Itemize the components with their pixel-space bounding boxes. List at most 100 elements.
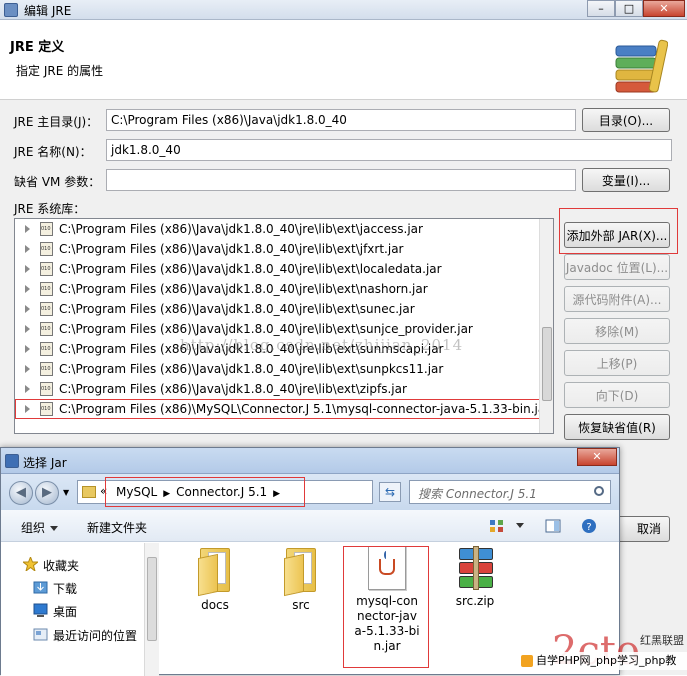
list-scrollbar[interactable] [539,219,553,433]
expand-arrow-icon[interactable] [25,265,30,273]
desktop-icon [33,603,48,617]
java-jar-icon [368,546,406,590]
eclipse-window-icon [4,3,18,17]
system-libraries-label: JRE 系统库： [14,202,86,216]
expand-arrow-icon[interactable] [25,245,30,253]
expand-arrow-icon[interactable] [25,385,30,393]
library-books-icon [615,39,668,93]
breadcrumb: MySQL ▶ Connector.J 5.1 ▶ [116,485,286,499]
chevron-right-icon[interactable]: ▶ [163,489,170,499]
variables-button[interactable]: 变量(I)... [582,168,670,192]
expand-arrow-icon[interactable] [25,305,30,313]
nav-downloads[interactable]: 下载 [53,580,77,597]
forward-arrow-icon[interactable]: ▶ [35,481,59,505]
address-bar[interactable]: « MySQL ▶ Connector.J 5.1 ▶ [77,480,373,504]
history-dropdown-icon[interactable]: ▼ [63,488,69,497]
vm-args-input[interactable] [106,169,576,191]
file-item-docs[interactable]: docs [175,546,255,613]
browse-directory-button[interactable]: 目录(O)... [582,108,670,132]
dropdown-arrow-icon [50,526,59,531]
window-controls: – □ ✕ [587,0,685,17]
jre-home-input[interactable]: C:\Program Files (x86)\Java\jdk1.8.0_40 [106,109,576,131]
breadcrumb-mysql[interactable]: MySQL [116,485,157,499]
list-item[interactable]: C:\Program Files (x86)\Java\jdk1.8.0_40\… [15,279,553,299]
breadcrumb-connector[interactable]: Connector.J 5.1 [176,485,267,499]
chevron-right-icon[interactable]: ▶ [273,489,280,499]
folder-icon [82,486,96,498]
add-external-jar-button[interactable]: 添加外部 JAR(X)... [564,222,670,248]
title-bar: 编辑 JRE – □ ✕ [0,0,687,20]
expand-arrow-icon[interactable] [25,405,30,413]
jar-file-icon [40,362,53,376]
jre-name-label: JRE 名称(N)： [14,145,92,159]
close-button[interactable]: ✕ [643,0,685,17]
folder-icon [196,546,234,597]
scrollbar-thumb[interactable] [147,557,157,641]
header-title: JRE 定义 [10,40,65,55]
file-name: mysql-con nector-jav a-5.1.33-bi n.jar [354,594,420,653]
jre-home-label: JRE 主目录(J)： [14,115,99,129]
star-icon [23,557,38,571]
list-item[interactable]: C:\Program Files (x86)\Java\jdk1.8.0_40\… [15,259,553,279]
navigation-pane: 收藏夹 下载 桌面 最近访问的位置 [1,543,159,676]
jar-file-icon [40,302,53,316]
refresh-icon[interactable]: ⇆ [379,482,401,502]
jre-name-input[interactable]: jdk1.8.0_40 [106,139,672,161]
organize-menu[interactable]: 组织 [21,519,59,536]
move-down-button[interactable]: 向下(D) [564,382,670,408]
jar-file-icon [40,282,53,296]
nav-recent-places[interactable]: 最近访问的位置 [53,627,137,644]
file-item-src-zip[interactable]: src.zip [435,546,515,609]
list-item[interactable]: C:\Program Files (x86)\Java\jdk1.8.0_40\… [15,299,553,319]
download-folder-icon [33,581,48,594]
site-brand: 红黑联盟 [640,634,684,647]
system-libraries-list[interactable]: C:\Program Files (x86)\Java\jdk1.8.0_40\… [14,218,554,434]
expand-arrow-icon[interactable] [25,345,30,353]
file-name: src [292,598,310,612]
jar-file-icon [40,322,53,336]
expand-arrow-icon[interactable] [25,225,30,233]
file-item-mysql-connector-jar[interactable]: mysql-con nector-jav a-5.1.33-bi n.jar [347,546,427,654]
list-item[interactable]: C:\Program Files (x86)\Java\jdk1.8.0_40\… [15,239,553,259]
dialog-title-bar: 选择 Jar ✕ [1,448,619,474]
new-folder-button[interactable]: 新建文件夹 [87,519,147,536]
list-item[interactable]: C:\Program Files (x86)\Java\jdk1.8.0_40\… [15,359,553,379]
dialog-header: JRE 定义 指定 JRE 的属性 [0,20,687,100]
header-subtitle: 指定 JRE 的属性 [16,64,104,78]
site-strip: 自学PHP网_php学习_php教 [518,652,687,670]
nav-favorites[interactable]: 收藏夹 [43,557,79,574]
svg-text:?: ? [586,522,591,533]
remove-button[interactable]: 移除(M) [564,318,670,344]
file-item-src[interactable]: src [261,546,341,613]
move-up-button[interactable]: 上移(P) [564,350,670,376]
nav-desktop[interactable]: 桌面 [53,603,77,620]
scrollbar-thumb[interactable] [542,327,552,401]
view-dropdown-icon[interactable] [511,518,524,532]
dialog-window-icon [5,454,19,468]
file-name: docs [201,598,229,612]
expand-arrow-icon[interactable] [25,325,30,333]
cancel-button[interactable]: 取消 [612,516,670,542]
back-arrow-icon[interactable]: ◀ [9,481,33,505]
list-item-added-jar[interactable]: C:\Program Files (x86)\MySQL\Connector.J… [15,399,553,419]
nav-scrollbar[interactable] [144,543,159,676]
jar-file-icon [40,262,53,276]
restore-defaults-button[interactable]: 恢复缺省值(R) [564,414,670,440]
breadcrumb-overflow[interactable]: « [100,484,107,498]
maximize-button[interactable]: □ [615,0,643,17]
search-icon[interactable] [594,486,604,496]
help-icon[interactable]: ? [581,518,597,534]
list-item[interactable]: C:\Program Files (x86)\Java\jdk1.8.0_40\… [15,219,553,239]
jar-file-icon [40,242,53,256]
expand-arrow-icon[interactable] [25,285,30,293]
source-attachment-button[interactable]: 源代码附件(A)... [564,286,670,312]
list-item[interactable]: C:\Program Files (x86)\Java\jdk1.8.0_40\… [15,379,553,399]
vm-args-label: 缺省 VM 参数： [14,175,101,189]
javadoc-location-button[interactable]: Javadoc 位置(L)... [564,254,670,280]
expand-arrow-icon[interactable] [25,365,30,373]
preview-pane-icon[interactable] [545,518,561,534]
view-options-icon[interactable] [489,518,505,534]
search-input[interactable]: 搜索 Connector.J 5.1 [409,480,611,504]
minimize-button[interactable]: – [587,0,615,17]
dialog-close-button[interactable]: ✕ [577,448,617,466]
